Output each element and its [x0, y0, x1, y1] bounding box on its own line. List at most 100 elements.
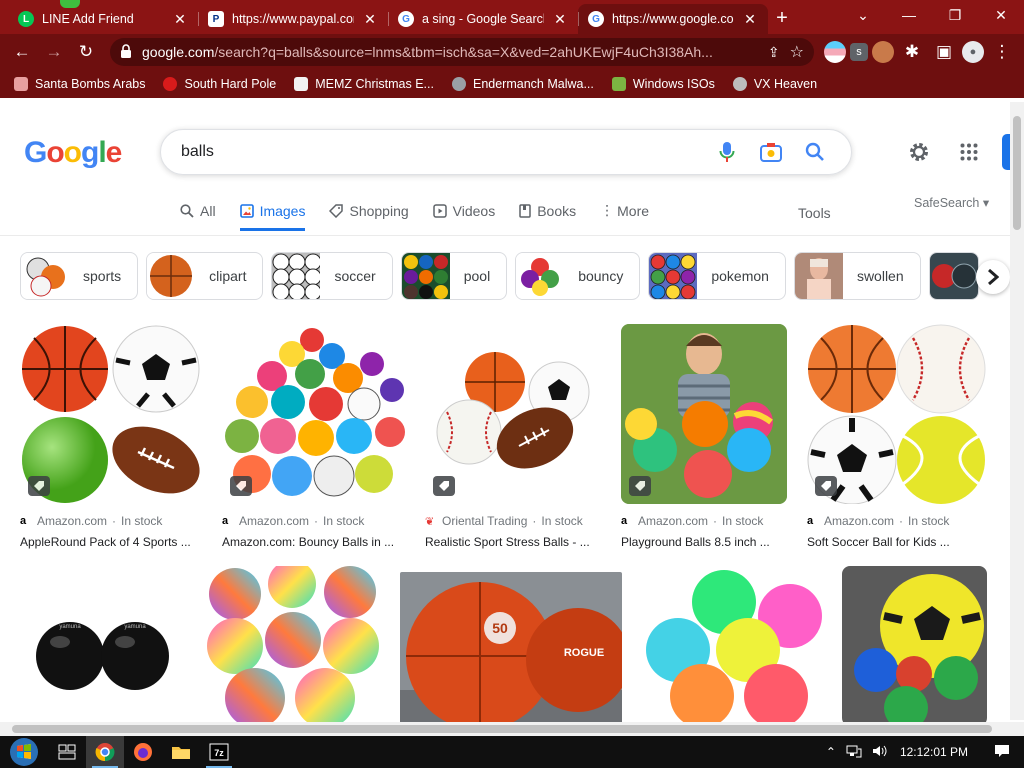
result-thumbnail[interactable]: 50 ROGUE — [400, 572, 622, 722]
task-view-icon[interactable] — [48, 736, 86, 768]
image-result[interactable]: 50 ROGUE — [400, 572, 622, 722]
tab-videos[interactable]: Videos — [432, 202, 495, 231]
address-bar[interactable]: google.com/search?q=balls&source=lnms&tb… — [110, 38, 814, 66]
chip-pool[interactable]: pool — [400, 252, 508, 300]
tab-books[interactable]: Books — [519, 202, 576, 231]
volume-icon[interactable] — [872, 744, 888, 761]
image-result[interactable]: ❦ Oriental Trading · In stock Realistic Spo… — [425, 324, 601, 549]
close-tab-icon[interactable]: ✕ — [742, 11, 758, 28]
tab-google-active[interactable]: G https://www.google.com ✕ — [578, 4, 768, 34]
scrollbar-thumb[interactable] — [12, 725, 992, 733]
result-thumbnail[interactable] — [642, 566, 822, 722]
tab-google-search-a-sing[interactable]: G a sing - Google Search ✕ — [388, 4, 578, 34]
google-apps-grid-icon[interactable] — [954, 137, 984, 167]
image-result[interactable]: a Amazon.com · In stock AppleRound Pack of … — [20, 324, 202, 549]
extension-flag-icon[interactable] — [824, 41, 846, 63]
result-thumbnail[interactable] — [20, 324, 202, 504]
bookmark-memz-christmas[interactable]: MEMZ Christmas E... — [294, 77, 434, 91]
search-input[interactable] — [181, 143, 705, 161]
search-by-image-camera-icon[interactable] — [749, 130, 793, 174]
result-caption[interactable]: Amazon.com: Bouncy Balls in ... — [222, 535, 405, 549]
image-result[interactable] — [642, 566, 822, 722]
bookmark-south-hard-pole[interactable]: South Hard Pole — [163, 77, 276, 91]
bookmark-endermanch-malware[interactable]: Endermanch Malwa... — [451, 77, 594, 91]
firefox-taskbar-icon[interactable] — [124, 736, 162, 768]
side-panel-icon[interactable]: ▣ — [930, 38, 958, 66]
result-thumbnail[interactable] — [621, 324, 787, 504]
start-orb-icon[interactable] — [0, 736, 48, 768]
image-result[interactable] — [205, 566, 380, 722]
result-caption[interactable]: Playground Balls 8.5 inch ... — [621, 535, 787, 549]
bookmark-windows-isos[interactable]: Windows ISOs — [611, 77, 715, 91]
chip-swollen[interactable]: swollen — [793, 252, 921, 300]
extensions-puzzle-icon[interactable]: ✱ — [898, 38, 926, 66]
minimize-icon[interactable]: — — [886, 0, 932, 30]
settings-gear-icon[interactable] — [904, 137, 934, 167]
result-source[interactable]: ❦ Oriental Trading · In stock — [425, 514, 601, 528]
result-thumbnail[interactable] — [842, 566, 987, 722]
restore-icon[interactable]: ❐ — [932, 0, 978, 30]
result-source[interactable]: a Amazon.com · In stock — [621, 514, 787, 528]
chip-pokemon[interactable]: pokemon — [648, 252, 786, 300]
image-result[interactable]: a Amazon.com · In stock Amazon.com: Bouncy … — [222, 324, 405, 549]
close-tab-icon[interactable]: ✕ — [552, 11, 568, 28]
result-source[interactable]: a Amazon.com · In stock — [20, 514, 202, 528]
chip-clipart[interactable]: clipart — [146, 252, 264, 300]
chrome-taskbar-icon[interactable] — [86, 736, 124, 768]
scrollbar-thumb[interactable] — [1013, 116, 1021, 230]
tab-all[interactable]: All — [180, 202, 216, 231]
close-tab-icon[interactable]: ✕ — [362, 11, 378, 28]
account-avatar-edge[interactable] — [1002, 134, 1010, 170]
result-caption[interactable]: Realistic Sport Stress Balls - ... — [425, 535, 601, 549]
share-icon[interactable]: ⇪ — [768, 44, 780, 61]
new-tab-button[interactable]: + — [768, 4, 796, 32]
safesearch-dropdown[interactable]: SafeSearch ▾ — [914, 195, 989, 210]
show-hidden-icons-chevron-icon[interactable]: ⌃ — [826, 745, 836, 759]
result-caption[interactable]: AppleRound Pack of 4 Sports ... — [20, 535, 202, 549]
tab-shopping[interactable]: Shopping — [329, 202, 409, 231]
result-thumbnail[interactable] — [205, 566, 380, 722]
forward-icon[interactable]: → — [40, 38, 68, 66]
close-tab-icon[interactable]: ✕ — [172, 11, 188, 28]
tab-line-add-friend[interactable]: L LINE Add Friend ✕ — [8, 4, 198, 34]
tab-images[interactable]: Images — [239, 202, 306, 231]
profile-avatar-icon[interactable]: ● — [962, 41, 984, 63]
tab-paypal[interactable]: P https://www.paypal.com ✕ — [198, 4, 388, 34]
result-thumbnail[interactable] — [425, 324, 601, 504]
tab-more[interactable]: ⋮ More — [600, 202, 649, 231]
tools-button[interactable]: Tools — [798, 205, 831, 221]
image-result[interactable]: a Amazon.com · In stock Playground Balls 8.… — [621, 324, 787, 549]
bookmark-star-icon[interactable]: ☆ — [790, 42, 804, 62]
vertical-scrollbar[interactable] — [1010, 102, 1024, 720]
bookmark-vx-heaven[interactable]: VX Heaven — [732, 77, 817, 91]
search-submit-icon[interactable] — [793, 130, 837, 174]
chips-next-chevron-icon[interactable] — [976, 260, 1010, 294]
chip-soccer[interactable]: soccer — [271, 252, 393, 300]
network-icon[interactable] — [846, 744, 862, 761]
chrome-menu-icon[interactable]: ⋮ — [988, 38, 1016, 66]
result-source[interactable]: a Amazon.com · In stock — [222, 514, 405, 528]
voice-search-mic-icon[interactable] — [705, 130, 749, 174]
image-result[interactable] — [842, 566, 987, 722]
chip-bouncy[interactable]: bouncy — [515, 252, 641, 300]
result-thumbnail[interactable]: yamuna yamuna — [20, 566, 185, 722]
horizontal-scrollbar[interactable] — [0, 722, 1010, 736]
close-window-icon[interactable]: ✕ — [978, 0, 1024, 30]
result-source[interactable]: a Amazon.com · In stock — [807, 514, 987, 528]
action-center-icon[interactable] — [994, 744, 1010, 761]
bookmark-santa-bombs-arabs[interactable]: Santa Bombs Arabs — [14, 77, 145, 91]
extension-s-icon[interactable]: s — [850, 43, 868, 61]
chip-sports[interactable]: sports — [20, 252, 139, 300]
result-caption[interactable]: Soft Soccer Ball for Kids ... — [807, 535, 987, 549]
result-thumbnail[interactable] — [807, 324, 987, 504]
reload-icon[interactable]: ↻ — [72, 38, 100, 66]
file-explorer-icon[interactable] — [162, 736, 200, 768]
extension-avatar-icon[interactable] — [872, 41, 894, 63]
7zip-taskbar-icon[interactable]: 7z — [200, 736, 238, 768]
back-icon[interactable]: ← — [8, 38, 36, 66]
google-logo[interactable]: Google — [24, 136, 122, 170]
taskbar-clock[interactable]: 12:12:01 PM — [900, 745, 968, 759]
url-text[interactable]: google.com/search?q=balls&source=lnms&tb… — [142, 44, 758, 60]
tab-search-chevron-icon[interactable]: ⌄ — [840, 0, 886, 30]
image-result[interactable]: a Amazon.com · In stock Soft Soccer Ball fo… — [807, 324, 987, 549]
